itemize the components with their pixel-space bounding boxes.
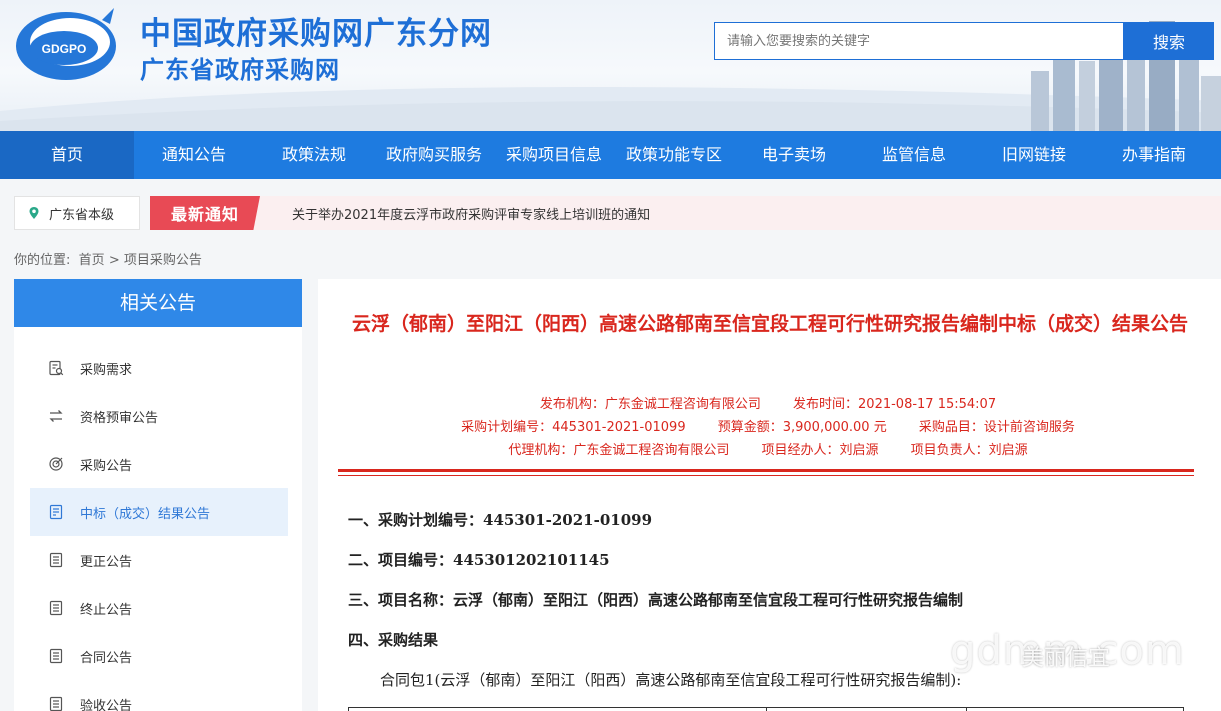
result-table-top-edge [348, 707, 1184, 711]
meta-publisher: 发布机构：广东金诚工程咨询有限公司 [539, 397, 761, 412]
search-button[interactable]: 搜索 [1124, 22, 1214, 60]
latest-notice-tag: 最新通知 [150, 196, 260, 230]
title-divider-thin [338, 475, 1194, 476]
nav-item-supervision[interactable]: 监管信息 [854, 131, 974, 179]
latest-notice-link[interactable]: 关于举办2021年度云浮市政府采购评审专家线上培训班的通知 [292, 204, 650, 223]
meta-agency: 代理机构：广东金诚工程咨询有限公司 [508, 443, 730, 458]
nav-item-old-site-link[interactable]: 旧网链接 [974, 131, 1094, 179]
sidebar-item-procurement-requirements[interactable]: 采购需求 [14, 344, 302, 392]
sidebar-item-label: 验收公告 [80, 698, 133, 711]
contract-package-paragraph: 合同包1(云浮（郁南）至阳江（阳西）高速公路郁南至信宜段工程可行性研究报告编制)… [380, 671, 962, 689]
breadcrumb-separator: > [108, 253, 120, 268]
main-nav: 首页 通知公告 政策法规 政府购买服务 采购项目信息 政策功能专区 电子卖场 监… [0, 131, 1221, 179]
nav-item-gov-purchase-services[interactable]: 政府购买服务 [374, 131, 494, 179]
location-selector[interactable]: 广东省本级 [14, 196, 140, 230]
article-meta-row-2: 采购计划编号：445301-2021-01099 预算金额：3,900,000.… [338, 416, 1198, 435]
document-icon [49, 696, 63, 711]
site-subtitle: 广东省政府采购网 [140, 56, 340, 84]
breadcrumb-current[interactable]: 项目采购公告 [124, 253, 202, 268]
meta-category: 采购品目：设计前咨询服务 [918, 420, 1075, 435]
article-meta-row-1: 发布机构：广东金诚工程咨询有限公司 发布时间：2021-08-17 15:54:… [338, 393, 1198, 412]
section-plan-number: 一、采购计划编号：445301-2021-01099 [348, 511, 653, 529]
sidebar-item-label: 更正公告 [80, 554, 133, 570]
sidebar-item-contract[interactable]: 合同公告 [14, 632, 302, 680]
search-input[interactable] [714, 22, 1124, 60]
document-icon [49, 600, 63, 616]
meta-plan-number: 采购计划编号：445301-2021-01099 [461, 420, 686, 435]
document-search-icon [49, 360, 64, 376]
article-title: 云浮（郁南）至阳江（阳西）高速公路郁南至信宜段工程可行性研究报告编制中标（成交）… [351, 313, 1188, 335]
sidebar-item-label: 合同公告 [80, 650, 133, 666]
sidebar-item-termination[interactable]: 终止公告 [14, 584, 302, 632]
nav-item-policies[interactable]: 政策法规 [254, 131, 374, 179]
title-divider [338, 469, 1194, 472]
sidebar-title: 相关公告 [14, 279, 302, 327]
meta-publish-time: 发布时间：2021-08-17 15:54:07 [793, 397, 997, 412]
sidebar-item-award-result[interactable]: 中标（成交）结果公告 [30, 488, 288, 536]
sidebar-item-label: 终止公告 [80, 602, 133, 618]
document-icon [49, 648, 63, 664]
sidebar-item-label: 中标（成交）结果公告 [80, 506, 211, 522]
section-project-number: 二、项目编号：445301202101145 [348, 551, 610, 569]
nav-item-home[interactable]: 首页 [0, 131, 134, 179]
target-icon [49, 457, 63, 471]
watermark-badge: 美丽信宜 [1022, 646, 1111, 671]
meta-budget: 预算金额：3,900,000.00 元 [717, 420, 887, 435]
document-list-icon [49, 504, 63, 520]
gdgpo-logo: GDGPO [16, 8, 116, 80]
sidebar-list: 采购需求 资格预审公告 采购公告 中标（成交）结果公告 更正公告 终止公告 合同… [14, 327, 302, 711]
location-label: 广东省本级 [49, 207, 115, 223]
sidebar-item-correction[interactable]: 更正公告 [14, 536, 302, 584]
nav-item-procurement-info[interactable]: 采购项目信息 [494, 131, 614, 179]
article-meta-row-3: 代理机构：广东金诚工程咨询有限公司 项目经办人：刘启源 项目负责人：刘启源 [338, 439, 1198, 458]
site-title: 中国政府采购网广东分网 [140, 16, 492, 52]
meta-project-lead: 项目负责人：刘启源 [910, 443, 1028, 458]
sidebar-item-prequalification[interactable]: 资格预审公告 [14, 392, 302, 440]
nav-item-guide[interactable]: 办事指南 [1094, 131, 1214, 179]
sidebar-item-label: 资格预审公告 [80, 410, 159, 426]
document-icon [49, 552, 63, 568]
location-pin-icon [29, 207, 39, 219]
sidebar-item-label: 采购需求 [80, 362, 133, 378]
sidebar-item-procurement-notice[interactable]: 采购公告 [14, 440, 302, 488]
swap-arrows-icon [49, 410, 63, 422]
section-project-name: 三、项目名称：云浮（郁南）至阳江（阳西）高速公路郁南至信宜段工程可行性研究报告编… [348, 591, 964, 609]
sidebar-item-label: 采购公告 [80, 458, 133, 474]
breadcrumb-label: 你的位置: [14, 253, 71, 268]
related-notices-sidebar: 相关公告 采购需求 资格预审公告 采购公告 中标（成交）结果公告 更正公告 终止… [14, 279, 302, 711]
latest-notice-bar: 最新通知 关于举办2021年度云浮市政府采购评审专家线上培训班的通知 [150, 196, 1221, 230]
site-header: GDGPO 中国政府采购网广东分网 广东省政府采购网 搜索 [0, 0, 1221, 131]
breadcrumb: 你的位置: 首页 > 项目采购公告 [14, 249, 202, 268]
logo-text: GDGPO [42, 42, 87, 56]
section-procurement-result: 四、采购结果 [348, 631, 439, 649]
nav-item-notices[interactable]: 通知公告 [134, 131, 254, 179]
sidebar-item-acceptance[interactable]: 验收公告 [14, 680, 302, 711]
nav-item-policy-zone[interactable]: 政策功能专区 [614, 131, 734, 179]
nav-item-e-mall[interactable]: 电子卖场 [734, 131, 854, 179]
meta-handler: 项目经办人：刘启源 [761, 443, 879, 458]
breadcrumb-home-link[interactable]: 首页 [79, 253, 105, 268]
